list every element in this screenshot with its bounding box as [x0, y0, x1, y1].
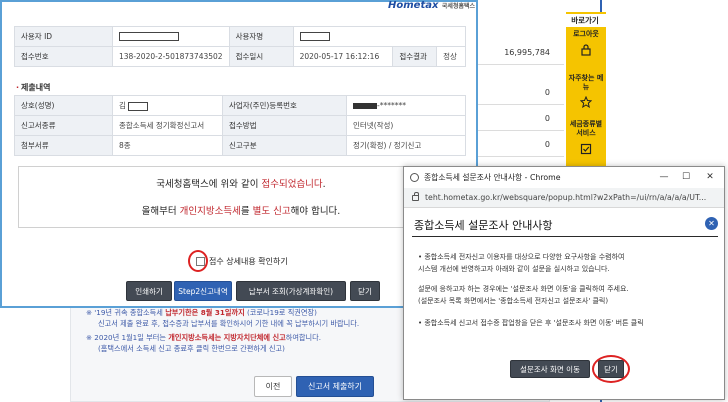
- user-id-value: [112, 26, 230, 47]
- survey-popup-window: 종합소득세 설문조사 안내사항 - Chrome — ☐ ✕ teht.home…: [403, 166, 725, 400]
- return-type-value: 종합소득세 정기확정신고서: [112, 115, 223, 136]
- prev-button[interactable]: 이전: [254, 376, 292, 397]
- favorite-menu-link[interactable]: 자주찾는 메뉴: [566, 74, 606, 92]
- receipt-info-table: 사용자 ID 사용자명 접수번호 138-2020-2-501873743502…: [14, 26, 467, 67]
- local-tax-instruction-note: (홈택스에서 소득세 신고 종료후 클릭 한번으로 간편하게 신고): [98, 344, 285, 353]
- receipt-datetime-value: 2020-05-17 16:12:16: [292, 46, 394, 67]
- checkbox-icon: [580, 143, 592, 155]
- receipt-result-value: 정상: [436, 46, 466, 67]
- lock-icon: [581, 44, 591, 56]
- divider: [478, 104, 564, 105]
- amount-value: 0: [544, 114, 550, 123]
- detail-confirm-label: 접수 상세내용 확인하기: [209, 257, 288, 266]
- registration-number-label: 사업자(주민)등록번호: [222, 95, 347, 116]
- business-name-value: 김: [112, 95, 223, 116]
- notice-accepted: 국세청홈택스에 위와 같이 접수되었습니다.: [156, 179, 326, 190]
- return-type-label: 신고서종류: [14, 115, 113, 136]
- total-amount: 16,995,784: [504, 48, 550, 57]
- step2-history-button[interactable]: Step2신고내역: [174, 281, 232, 301]
- masked-value: [353, 103, 377, 109]
- go-to-survey-button[interactable]: 설문조사 화면 이동: [510, 360, 590, 378]
- divider: [478, 130, 564, 131]
- globe-icon: [410, 173, 419, 182]
- survey-close-instruction: • 종합소득세 신고서 접수증 팝업창을 닫은 후 '설문조사 화면 이동' 버…: [418, 319, 644, 327]
- divider: [478, 156, 564, 157]
- maximize-icon[interactable]: ☐: [678, 170, 694, 184]
- payment-instruction-note: 신고서 제출 완료 후, 접수증과 납부서를 확인하시어 기한 내에 꼭 납부하…: [98, 319, 360, 328]
- receipt-number-label: 접수번호: [14, 46, 113, 67]
- survey-intro-line1: • 종합소득세 전자신고 이용자를 대상으로 다양한 요구사항을 수렴하여: [418, 253, 625, 261]
- amount-value: 0: [544, 140, 550, 149]
- survey-intro-line2: 시스템 개선에 반영하고자 아래와 같이 설문을 실시하고 있습니다.: [418, 265, 610, 273]
- detail-confirm-row[interactable]: 접수 상세내용 확인하기: [196, 256, 288, 267]
- local-tax-note: ※ 2020년 1월1일 부터는 개인지방소득세는 지방자치단체에 신고하여합니…: [86, 333, 322, 342]
- close-receipt-button[interactable]: 닫기: [350, 281, 380, 301]
- star-icon: [580, 96, 592, 108]
- url-text: teht.hometax.go.kr/websquare/popup.html?…: [425, 193, 707, 202]
- quick-menu-title: 바로가기: [560, 14, 610, 27]
- window-titlebar: 종합소득세 설문조사 안내사항 - Chrome: [404, 167, 724, 188]
- close-icon[interactable]: ✕: [702, 170, 718, 184]
- tax-service-link[interactable]: 세금종류별 서비스: [566, 120, 606, 138]
- attachments-label: 첨부서류: [14, 135, 113, 156]
- user-id-label: 사용자 ID: [14, 26, 113, 47]
- user-name-value: [292, 26, 467, 47]
- highlight-circle: [188, 250, 208, 272]
- masked-value: [119, 32, 179, 42]
- submit-return-button[interactable]: 신고서 제출하기: [296, 376, 374, 397]
- survey-how-line1: 설문에 응하고자 하는 경우에는 '설문조사 화면 이동'을 클릭하여 주세요.: [418, 285, 629, 293]
- survey-how-line2: (설문조사 목록 화면에서는 '종합소득세 전자신고 설문조사' 클릭): [418, 297, 609, 305]
- masked-value: [299, 32, 330, 42]
- popup-heading: 종합소득세 설문조사 안내사항: [414, 219, 553, 232]
- minimize-icon[interactable]: —: [656, 170, 672, 184]
- amount-value: 0: [544, 88, 550, 97]
- business-name-label: 상호(성명): [14, 95, 113, 116]
- masked-value: [127, 101, 148, 111]
- print-button[interactable]: 인쇄하기: [126, 281, 172, 301]
- window-title: 종합소득세 설문조사 안내사항 - Chrome: [424, 173, 561, 182]
- filing-method-label: 접수방법: [222, 115, 347, 136]
- filing-category-label: 신고구분: [222, 135, 347, 156]
- logout-link[interactable]: 로그아웃: [566, 30, 606, 39]
- payment-slip-button[interactable]: 납부서 조회(가상계좌확인): [236, 281, 346, 301]
- receipt-datetime-label: 접수일시: [228, 46, 294, 67]
- section-title: · 제출내역: [16, 83, 51, 92]
- highlight-circle: [592, 355, 630, 383]
- submission-detail-table: 상호(성명) 김 사업자(주민)등록번호 -******* 신고서종류 종합소득…: [14, 95, 466, 156]
- filing-category-value: 정기(확정) / 정기신고: [346, 135, 466, 156]
- address-bar[interactable]: teht.hometax.go.kr/websquare/popup.html?…: [404, 188, 724, 208]
- receipt-result-label: 접수결과: [392, 46, 438, 67]
- divider: [478, 64, 564, 65]
- receipt-number-value: 138-2020-2-501873743502: [112, 46, 230, 67]
- notice-local-tax: 올해부터 개인지방소득세를 별도 신고해야 합니다.: [141, 206, 341, 217]
- popup-close-icon[interactable]: ✕: [705, 217, 718, 230]
- hometax-logo: Hometax 국세청홈택스: [388, 0, 476, 11]
- user-name-label: 사용자명: [228, 26, 294, 47]
- registration-number-value: -*******: [346, 95, 466, 116]
- payment-deadline-note: ※ '19년 귀속 종합소득세 납부기한은 8월 31일까지 (코로나19로 직…: [86, 308, 317, 317]
- divider: [412, 236, 718, 237]
- receipt-notice: 국세청홈택스에 위와 같이 접수되었습니다. 올해부터 개인지방소득세를 별도 …: [18, 166, 464, 228]
- attachments-value: 8종: [112, 135, 223, 156]
- filing-method-value: 인터넷(작성): [346, 115, 466, 136]
- lock-icon: [412, 191, 419, 201]
